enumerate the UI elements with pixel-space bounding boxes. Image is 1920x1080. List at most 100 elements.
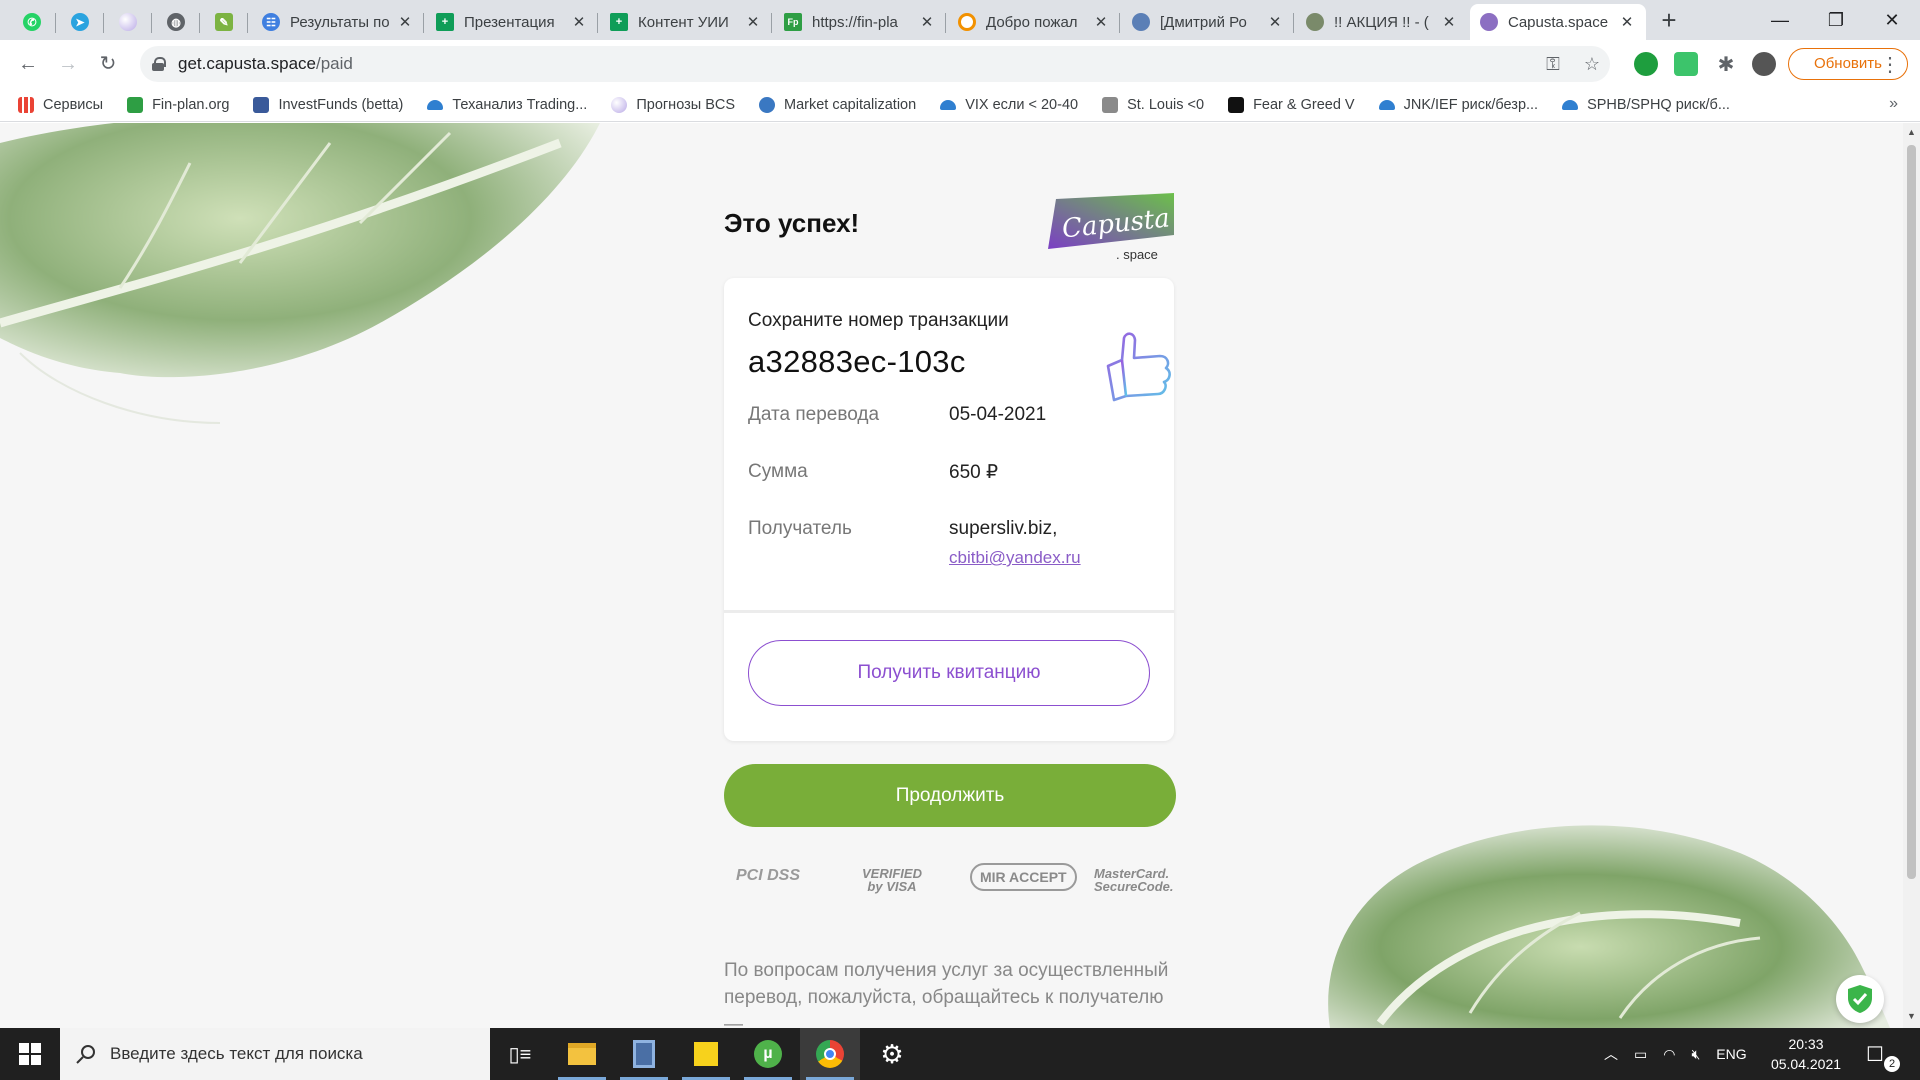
tab-pinned-whatsapp[interactable]: ✆ xyxy=(8,4,56,40)
close-window-button[interactable]: ✕ xyxy=(1864,0,1920,40)
support-note: По вопросам получения услуг за осуществл… xyxy=(724,960,1169,1028)
bookmark-fear-greed[interactable]: Fear & Greed V xyxy=(1228,96,1355,113)
bookmark-vix[interactable]: VIX если < 20-40 xyxy=(940,97,1078,113)
finplan-icon xyxy=(127,96,144,113)
transfer-date-value: 05-04-2021 xyxy=(949,404,1047,425)
close-tab-icon[interactable]: ✕ xyxy=(570,13,588,31)
maximize-button[interactable]: ❐ xyxy=(1808,0,1864,40)
close-tab-icon[interactable]: ✕ xyxy=(396,13,414,31)
notifications-icon[interactable]: ☐ xyxy=(1866,1042,1884,1067)
sheets-icon: + xyxy=(610,13,628,31)
bookmark-services[interactable]: Сервисы xyxy=(18,96,103,113)
get-receipt-button[interactable]: Получить квитанцию xyxy=(748,640,1150,706)
scroll-up-arrow-icon[interactable]: ▲ xyxy=(1907,127,1916,137)
utorrent-button[interactable]: µ xyxy=(738,1028,798,1080)
bookmarks-overflow-button[interactable]: » xyxy=(1889,95,1898,113)
bookmark-investfunds[interactable]: InvestFunds (betta) xyxy=(253,96,403,113)
calculator-button[interactable] xyxy=(614,1028,674,1080)
tab-title: [Дмитрий Ро xyxy=(1160,13,1247,31)
cabbage-head-image xyxy=(1328,825,1890,1028)
sphere-icon xyxy=(119,13,137,31)
utorrent-icon: µ xyxy=(754,1040,782,1068)
cloud-icon xyxy=(940,99,957,110)
tab-pinned-pen[interactable]: ✎ xyxy=(200,4,248,40)
reload-button[interactable]: ↻ xyxy=(94,50,122,78)
fg-icon xyxy=(1228,96,1245,113)
lock-icon[interactable] xyxy=(152,57,166,71)
page-scrollbar[interactable]: ▲ ▼ xyxy=(1903,123,1920,1028)
finplan-icon: Fp xyxy=(784,13,802,31)
tab-pinned-globe[interactable]: ◍ xyxy=(152,4,200,40)
profile-avatar[interactable] xyxy=(1752,52,1776,76)
close-tab-icon[interactable]: ✕ xyxy=(1266,13,1284,31)
card-header: Сохраните номер транзакции xyxy=(748,310,1009,331)
tab-capusta-active[interactable]: Capusta.space ✕ xyxy=(1470,4,1646,40)
tab-dmitry[interactable]: [Дмитрий Ро ✕ xyxy=(1122,4,1294,40)
settings-button[interactable]: ⚙ xyxy=(862,1028,922,1080)
security-shield-badge[interactable] xyxy=(1836,975,1884,1023)
extension-green-icon[interactable] xyxy=(1674,52,1698,76)
battery-icon[interactable]: ▭ xyxy=(1634,1046,1647,1063)
new-tab-button[interactable]: + xyxy=(1654,6,1684,36)
taskbar-clock[interactable]: 20:33 05.04.2021 xyxy=(1766,1034,1846,1074)
bookmark-jnk-ief[interactable]: JNK/IEF риск/безр... xyxy=(1378,97,1538,113)
menu-kebab-icon[interactable]: ⋮ xyxy=(1880,52,1900,77)
page-title: Это успех! xyxy=(724,208,860,238)
tab-promo[interactable]: !! АКЦИЯ !! - ( ✕ xyxy=(1296,4,1468,40)
minimize-button[interactable]: — xyxy=(1752,0,1808,40)
pci-dss-logo: PCI DSS xyxy=(736,867,801,884)
start-button[interactable] xyxy=(0,1028,60,1080)
recipient-email-link[interactable]: cbitbi@yandex.ru xyxy=(949,548,1081,568)
task-view-button[interactable]: ▯≡ xyxy=(490,1028,550,1080)
close-tab-icon[interactable]: ✕ xyxy=(1440,13,1458,31)
chrome-icon xyxy=(816,1040,844,1068)
extension-check-icon[interactable] xyxy=(1634,52,1658,76)
close-tab-icon[interactable]: ✕ xyxy=(744,13,762,31)
tab-title: Контент УИИ xyxy=(638,13,729,31)
address-bar[interactable]: get.capusta.space/paid ⚿ ☆ xyxy=(140,46,1610,82)
bookmark-st-louis[interactable]: St. Louis <0 xyxy=(1102,96,1204,113)
bookmark-tech-analysis[interactable]: Теханализ Trading... xyxy=(427,97,587,113)
key-icon[interactable]: ⚿ xyxy=(1546,54,1560,75)
amount-value: 650 ₽ xyxy=(949,462,999,483)
chrome-button[interactable] xyxy=(800,1028,860,1080)
tab-title: Capusta.space xyxy=(1508,13,1609,31)
forward-button[interactable]: → xyxy=(54,50,82,78)
close-tab-icon[interactable]: ✕ xyxy=(918,13,936,31)
wifi-icon[interactable]: ◠ xyxy=(1663,1046,1675,1063)
scroll-down-arrow-icon[interactable]: ▼ xyxy=(1907,1011,1916,1021)
sticky-notes-button[interactable] xyxy=(676,1028,736,1080)
back-button[interactable]: ← xyxy=(14,50,42,78)
tab-content-uii[interactable]: + Контент УИИ ✕ xyxy=(600,4,772,40)
close-tab-icon[interactable]: ✕ xyxy=(1618,13,1636,31)
scrollbar-thumb[interactable] xyxy=(1907,145,1916,879)
tab-pinned-telegram[interactable]: ➤ xyxy=(56,4,104,40)
task-view-icon: ▯≡ xyxy=(508,1043,532,1066)
bookmark-star-icon[interactable]: ☆ xyxy=(1584,54,1600,75)
file-explorer-button[interactable] xyxy=(552,1028,612,1080)
bookmark-bcs[interactable]: Прогнозы BCS xyxy=(611,96,735,113)
url-text[interactable]: get.capusta.space/paid xyxy=(178,54,353,74)
tab-pinned-sphere[interactable] xyxy=(104,4,152,40)
tab-finplan[interactable]: Fp https://fin-pla ✕ xyxy=(774,4,946,40)
tab-forms-results[interactable]: ☷ Результаты по ✕ xyxy=(252,4,424,40)
system-tray: ︿ ▭ ◠ 🔇︎ ENG xyxy=(1604,1028,1747,1080)
windows-logo-icon xyxy=(19,1043,41,1065)
bookmark-finplan[interactable]: Fin-plan.org xyxy=(127,96,229,113)
taskbar-search-box[interactable]: Введите здесь текст для поиска xyxy=(60,1028,490,1080)
if-icon xyxy=(253,96,270,113)
continue-button[interactable]: Продолжить xyxy=(724,764,1176,827)
capusta-logo[interactable]: Capusta . space xyxy=(1046,191,1176,263)
bookmark-sphb-sphq[interactable]: SPHB/SPHQ риск/б... xyxy=(1562,97,1730,113)
tab-presentation[interactable]: + Презентация ✕ xyxy=(426,4,598,40)
avatar-icon xyxy=(1306,13,1324,31)
browser-toolbar: ← → ↻ get.capusta.space/paid ⚿ ☆ ✱ Обнов… xyxy=(0,40,1920,88)
language-indicator[interactable]: ENG xyxy=(1716,1046,1746,1062)
tray-overflow-icon[interactable]: ︿ xyxy=(1604,1044,1618,1064)
bookmark-market-cap[interactable]: Market capitalization xyxy=(759,96,916,113)
speaker-muted-icon[interactable]: 🔇︎ xyxy=(1691,1046,1700,1063)
extensions-puzzle-icon[interactable]: ✱ xyxy=(1714,52,1738,76)
amount-label: Сумма xyxy=(748,461,808,482)
tab-welcome[interactable]: Добро пожал ✕ xyxy=(948,4,1120,40)
close-tab-icon[interactable]: ✕ xyxy=(1092,13,1110,31)
